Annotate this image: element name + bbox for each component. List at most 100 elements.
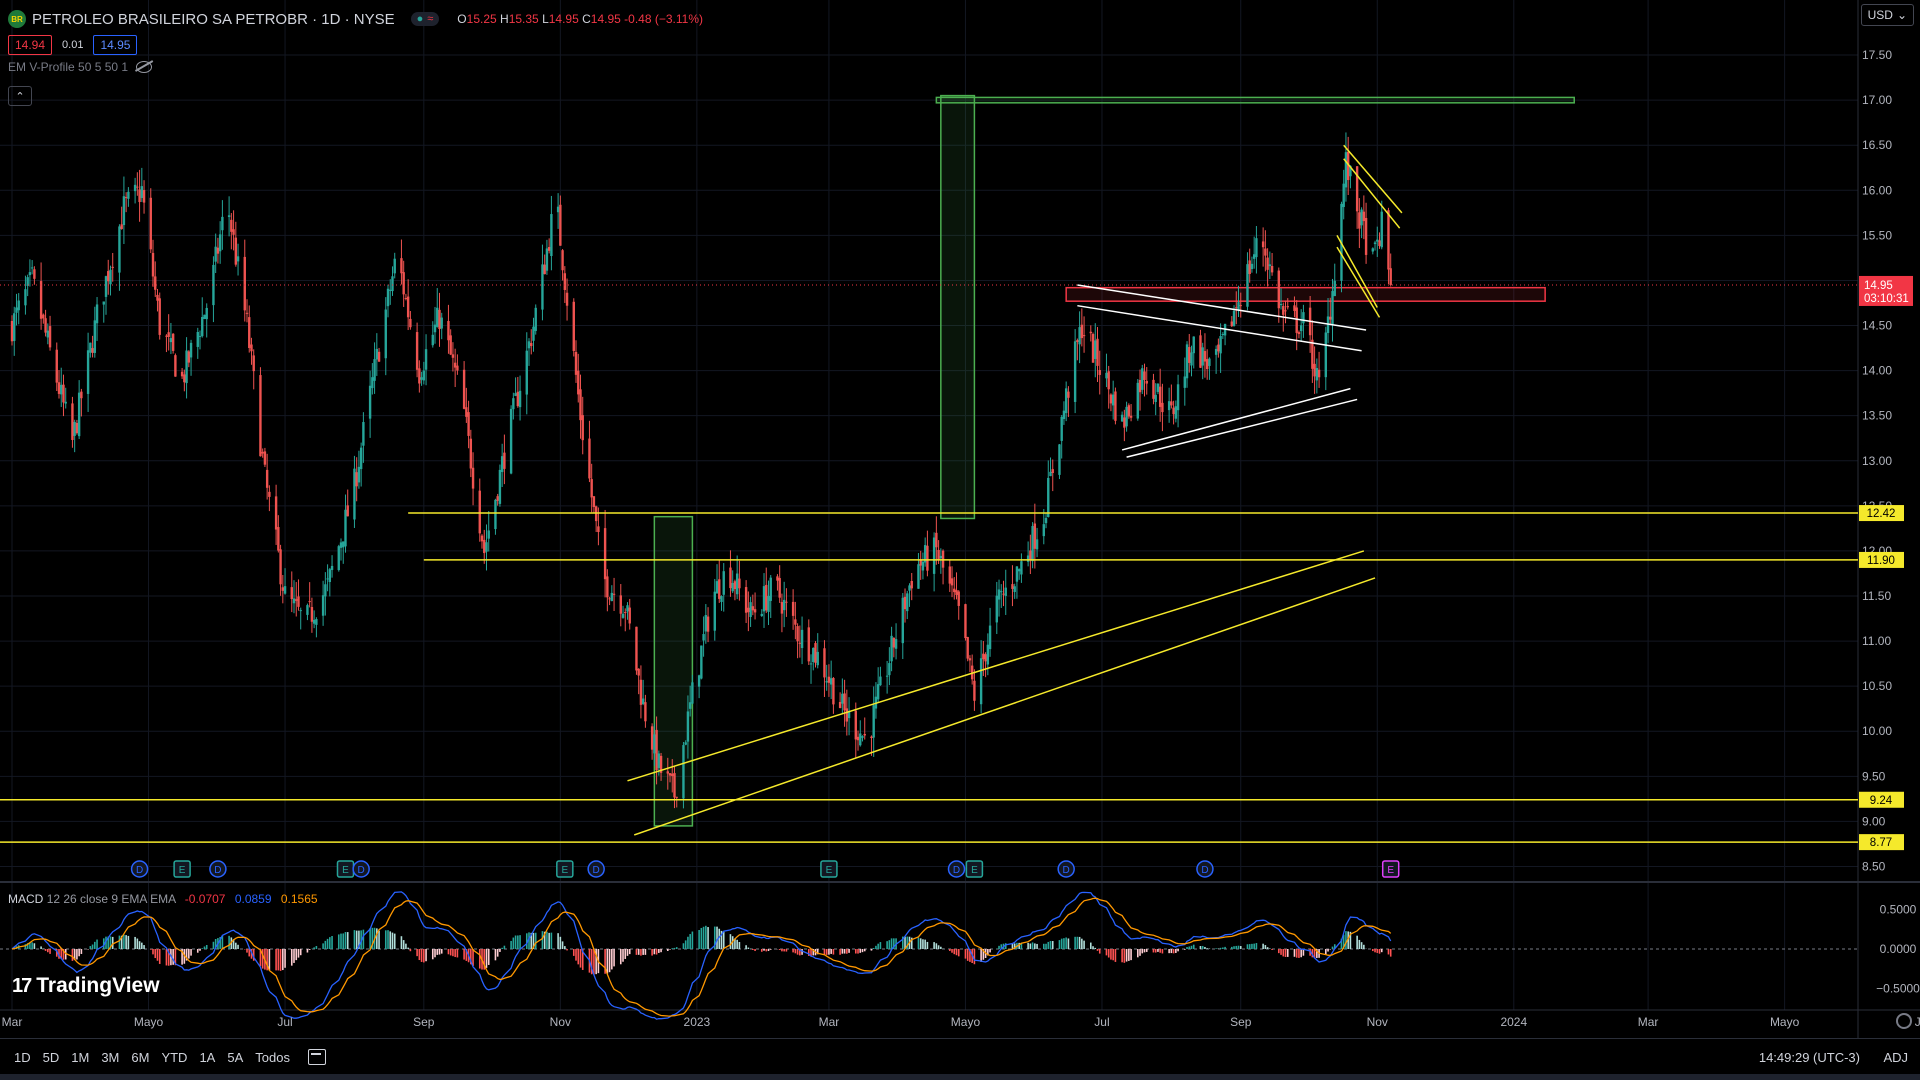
candle-body [1082, 335, 1086, 337]
candles [10, 132, 1392, 809]
candle-body [268, 491, 271, 497]
candle-body [465, 407, 468, 417]
candle-body [590, 479, 593, 498]
candle-body [1051, 469, 1054, 474]
timeframe-button[interactable]: 1M [65, 1046, 95, 1069]
change-value: -0.48 (−3.11%) [624, 12, 703, 26]
candle-body [1067, 391, 1070, 398]
macd-legend[interactable]: MACD 12 26 close 9 EMA EMA -0.0707 0.085… [8, 892, 318, 906]
candle-body [966, 637, 969, 659]
candle-body [859, 733, 862, 746]
symbol-title[interactable]: PETROLEO BRASILEIRO SA PETROBR · 1D · NY… [32, 11, 395, 28]
candle-body [151, 252, 155, 277]
candle-body [588, 438, 591, 479]
candle-body [1011, 584, 1014, 589]
candle-body [389, 289, 392, 291]
candle-body [1250, 263, 1254, 270]
buy-price-button[interactable]: 14.95 [93, 35, 138, 55]
candle-body [120, 224, 123, 229]
eye-hidden-icon[interactable] [136, 61, 153, 73]
candle-body [1331, 291, 1334, 325]
candle-body [917, 564, 920, 589]
candle-body [749, 602, 752, 617]
timeframe-button[interactable]: 6M [125, 1046, 155, 1069]
candle-body [1295, 307, 1298, 333]
candle-body [227, 215, 231, 218]
currency-selector[interactable]: USD ⌄ [1860, 4, 1914, 26]
candle-body [876, 684, 880, 700]
time-tick-label: Jul [277, 1015, 292, 1029]
time-tick-label: Jul [1094, 1015, 1109, 1029]
candle-body [612, 593, 616, 595]
candle-body [277, 527, 280, 551]
market-status[interactable]: ● ≈ [410, 12, 440, 26]
candle-body [1299, 325, 1303, 332]
gear-icon[interactable] [1896, 1013, 1912, 1029]
candle-body [791, 601, 795, 616]
candle-body [44, 318, 47, 333]
candle-body [870, 736, 873, 739]
indicator-legend[interactable]: EM V-Profile 50 5 50 1 [8, 60, 703, 74]
timeframe-button[interactable]: 1A [193, 1046, 221, 1069]
clock-display[interactable]: 14:49:29 (UTC-3) [1759, 1050, 1860, 1065]
candle-body [610, 592, 614, 602]
candle-body [1145, 380, 1148, 384]
timeframe-button[interactable]: YTD [155, 1046, 193, 1069]
price-tick-label: 9.00 [1862, 814, 1886, 828]
tradingview-wordmark: TradingView [36, 974, 160, 997]
candle-body [997, 589, 1001, 600]
candle-body [762, 586, 766, 612]
candle-body [1279, 303, 1283, 306]
candle-body [373, 359, 376, 381]
macd-line [11, 891, 1392, 1020]
candle-body [353, 468, 356, 520]
candle-body [1035, 539, 1039, 550]
macd-params: 12 26 close 9 EMA EMA [46, 892, 176, 906]
candle-body [702, 634, 705, 641]
candle-body [1221, 333, 1225, 335]
sell-price-button[interactable]: 14.94 [8, 35, 53, 55]
timeframe-button[interactable]: 1D [8, 1046, 37, 1069]
candle-body [706, 616, 710, 632]
candle-body [1170, 401, 1173, 406]
timeframe-button[interactable]: 5A [221, 1046, 249, 1069]
chart-canvas[interactable]: 17.5017.0016.5016.0015.5015.0014.5014.00… [0, 0, 1920, 1080]
candle-body [420, 377, 423, 380]
candle-body [1013, 586, 1016, 592]
candle-body [248, 317, 251, 348]
time-tick-label: Sep [413, 1015, 435, 1029]
candle-body [498, 469, 502, 504]
candle-body [221, 216, 224, 231]
event-label: D [953, 865, 960, 876]
tradingview-logo[interactable]: 17 TradingView [12, 974, 160, 998]
candle-body [581, 415, 584, 441]
candle-body [24, 289, 27, 306]
candle-body [171, 333, 175, 351]
candle-body [948, 566, 951, 584]
candle-body [1252, 254, 1256, 259]
candle-body [814, 643, 817, 663]
candle-body [776, 576, 779, 581]
candle-body [738, 578, 741, 589]
trendline [633, 577, 1376, 836]
candle-body [603, 528, 607, 580]
timeframe-button[interactable]: 3M [95, 1046, 125, 1069]
candle-body [1111, 394, 1115, 406]
green-resistance-box [935, 96, 1575, 104]
candle-body [478, 490, 481, 534]
timeframe-button[interactable]: 5D [37, 1046, 66, 1069]
calendar-icon[interactable] [307, 1049, 326, 1065]
collapse-legend-button[interactable]: ⌃ [8, 86, 32, 106]
candle-body [245, 312, 249, 314]
time-tick-label: Mayo [1770, 1015, 1800, 1029]
price-tick-label: 14.50 [1862, 319, 1892, 333]
candle-body [1364, 217, 1368, 255]
candle-body [73, 421, 76, 436]
timeframe-button[interactable]: Todos [249, 1046, 296, 1069]
candle-body [174, 355, 177, 377]
candle-body [201, 316, 204, 337]
candle-body [1049, 471, 1052, 477]
candle-body [628, 607, 631, 624]
adj-button[interactable]: ADJ [1883, 1050, 1908, 1065]
timeframe-list: 1D 5D 1M 3M 6M YTD 1A 5A Todos [8, 1046, 296, 1069]
